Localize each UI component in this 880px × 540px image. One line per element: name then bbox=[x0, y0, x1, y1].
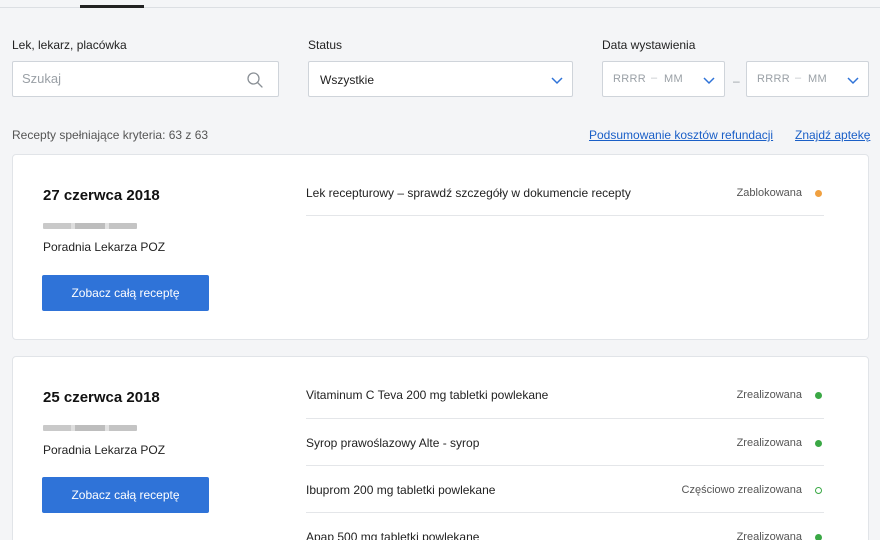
medicine-row: Apap 500 mg tabletki powlekane Zrealizow… bbox=[306, 513, 824, 540]
date-label: Data wystawienia bbox=[602, 38, 696, 52]
clinic-name: Poradnia Lekarza POZ bbox=[43, 443, 166, 457]
top-tab-bar bbox=[0, 0, 880, 8]
chevron-down-icon[interactable] bbox=[846, 73, 860, 87]
medicine-list: Lek recepturowy – sprawdź szczegóły w do… bbox=[306, 155, 824, 216]
medicine-name: Vitaminum C Teva 200 mg tabletki powleka… bbox=[306, 388, 549, 402]
status-select[interactable]: Wszystkie bbox=[308, 61, 573, 97]
status-dot-icon bbox=[815, 440, 822, 447]
medicine-name: Syrop prawoślazowy Alte - syrop bbox=[306, 436, 480, 450]
prescription-date: 27 czerwca 2018 bbox=[43, 187, 160, 204]
active-tab-indicator bbox=[80, 5, 144, 8]
prescription-date: 25 czerwca 2018 bbox=[43, 389, 160, 406]
date-to-separator: – bbox=[795, 72, 802, 84]
prescriptions-page: Lek, lekarz, placówka Status Wszystkie D… bbox=[0, 0, 880, 540]
search-label: Lek, lekarz, placówka bbox=[12, 38, 127, 52]
medicine-row: Lek recepturowy – sprawdź szczegóły w do… bbox=[306, 155, 824, 216]
doctor-name-redacted bbox=[43, 223, 137, 229]
date-to-month[interactable]: MM bbox=[808, 73, 827, 85]
medicine-row: Syrop prawoślazowy Alte - syrop Zrealizo… bbox=[306, 419, 824, 466]
date-from-year[interactable]: RRRR bbox=[613, 73, 646, 85]
medicine-name: Apap 500 mg tabletki powlekane bbox=[306, 530, 480, 540]
chevron-down-icon[interactable] bbox=[702, 73, 716, 87]
status-label: Status bbox=[308, 38, 343, 52]
doctor-name-redacted bbox=[43, 425, 137, 431]
medicine-row: Ibuprom 200 mg tabletki powlekane Części… bbox=[306, 466, 824, 513]
find-pharmacy-link[interactable]: Znajdź aptekę bbox=[795, 128, 870, 142]
date-from-separator: – bbox=[651, 72, 658, 84]
chevron-down-icon bbox=[551, 77, 563, 85]
clinic-name: Poradnia Lekarza POZ bbox=[43, 240, 166, 254]
search-input[interactable] bbox=[22, 71, 242, 86]
medicine-row: Vitaminum C Teva 200 mg tabletki powleka… bbox=[306, 357, 824, 419]
date-to-field[interactable]: RRRR – MM bbox=[746, 61, 869, 97]
medicine-name: Lek recepturowy – sprawdź szczegóły w do… bbox=[306, 186, 631, 200]
medicine-status: Zrealizowana bbox=[736, 389, 802, 401]
medicine-status: Częściowo zrealizowana bbox=[681, 484, 802, 496]
status-dot-icon bbox=[815, 190, 822, 197]
refund-summary-link[interactable]: Podsumowanie kosztów refundacji bbox=[589, 128, 773, 142]
search-field[interactable] bbox=[12, 61, 279, 97]
date-range-separator: – bbox=[733, 74, 740, 88]
medicine-status: Zrealizowana bbox=[736, 437, 802, 449]
status-dot-icon bbox=[815, 534, 822, 540]
date-from-month[interactable]: MM bbox=[664, 73, 683, 85]
medicine-status: Zrealizowana bbox=[736, 531, 802, 540]
view-prescription-button[interactable]: Zobacz całą receptę bbox=[42, 275, 209, 311]
medicine-name: Ibuprom 200 mg tabletki powlekane bbox=[306, 483, 496, 497]
status-dot-icon bbox=[815, 487, 822, 494]
medicine-status: Zablokowana bbox=[736, 187, 802, 199]
view-prescription-button[interactable]: Zobacz całą receptę bbox=[42, 477, 209, 513]
date-to-year[interactable]: RRRR bbox=[757, 73, 790, 85]
medicine-list: Vitaminum C Teva 200 mg tabletki powleka… bbox=[306, 357, 824, 540]
search-icon[interactable] bbox=[246, 71, 264, 89]
status-dot-icon bbox=[815, 392, 822, 399]
prescription-card: 27 czerwca 2018 Poradnia Lekarza POZ Zob… bbox=[12, 154, 869, 340]
prescription-card: 25 czerwca 2018 Poradnia Lekarza POZ Zob… bbox=[12, 356, 869, 540]
results-count: Recepty spełniające kryteria: 63 z 63 bbox=[12, 128, 209, 142]
status-select-value: Wszystkie bbox=[320, 73, 374, 87]
date-from-field[interactable]: RRRR – MM bbox=[602, 61, 725, 97]
